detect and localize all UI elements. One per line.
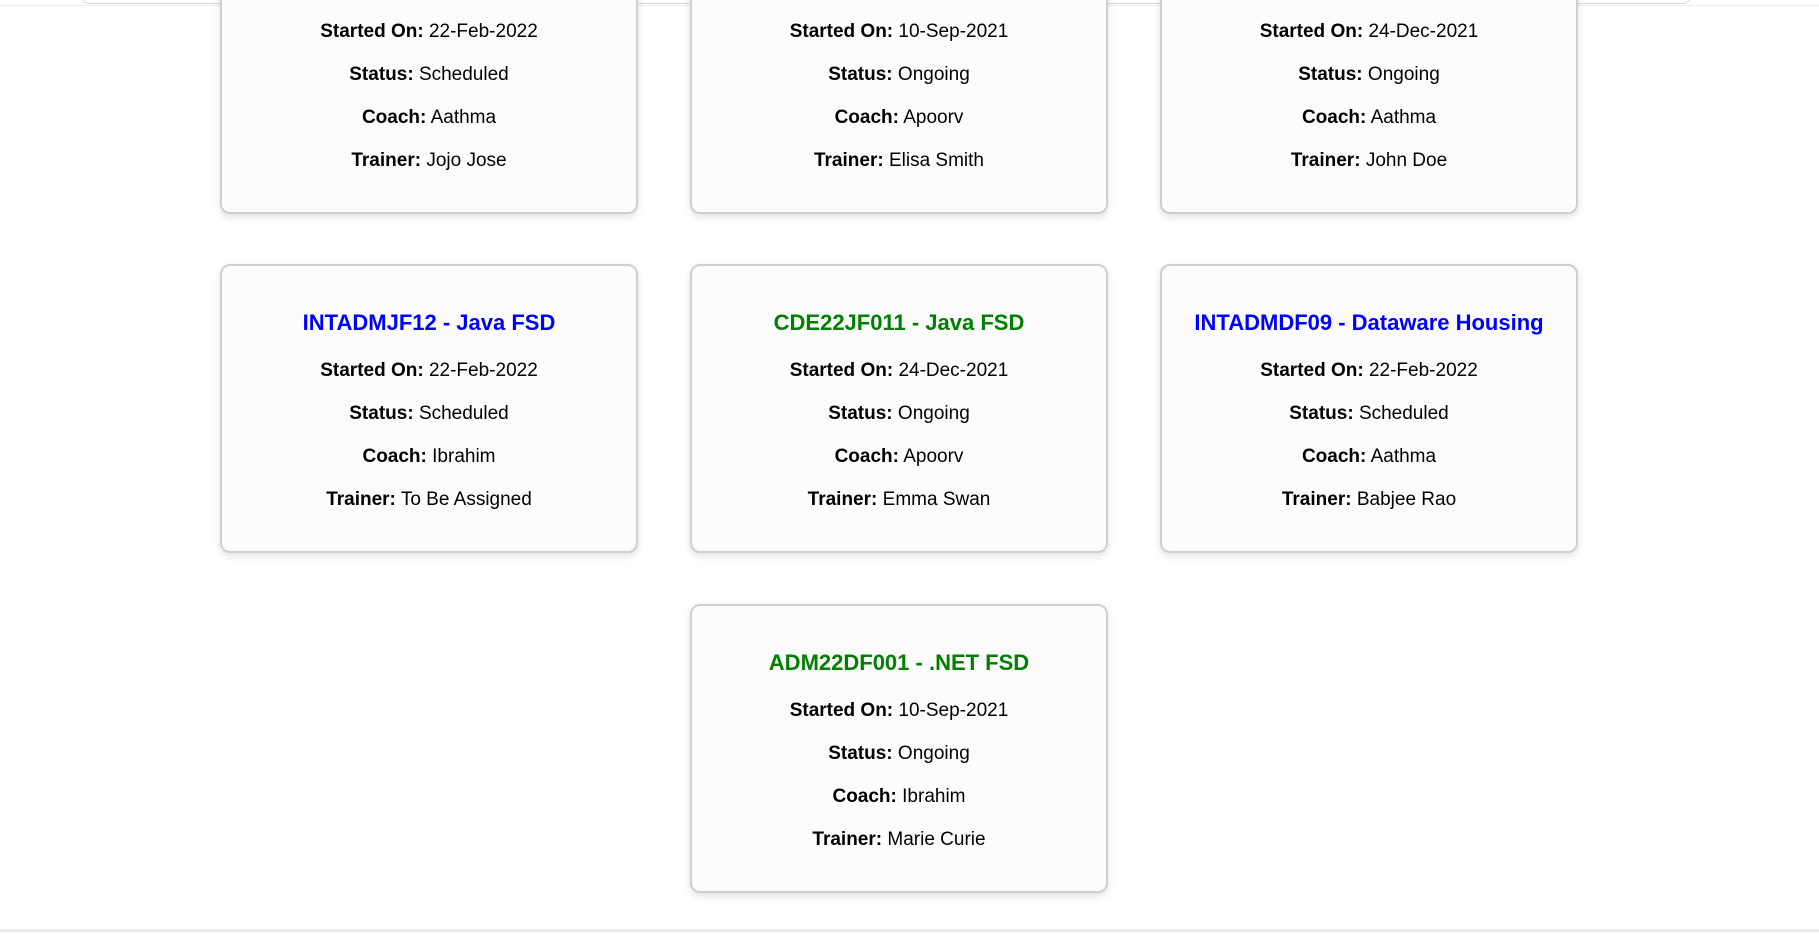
batch-card: INTADMJF12 - Java FSD Started On: 22-Feb-… [220,264,638,553]
coach-label: Coach: [361,107,427,128]
batch-status: Status: Scheduled [222,402,636,426]
coach-value: Apoorv [903,446,964,467]
batch-coach: Coach: Aathma [222,106,636,130]
coach-value: Aathma [1370,107,1437,128]
status-label: Status: [1289,403,1354,424]
batch-started: Started On: 22-Feb-2022 [222,20,636,44]
started-value: 24-Dec-2021 [1368,21,1479,42]
batch-trainer: Trainer: To Be Assigned [222,488,636,512]
batch-card: CDE22JF011 - Java FSD Started On: 24-Dec-… [690,264,1108,553]
started-label: Started On: [1259,21,1364,42]
batch-card: ADM22DF001 - .NET FSD Started On: 10-Sep-… [690,604,1108,893]
started-label: Started On: [789,700,894,721]
batch-title[interactable]: INTADMDF09 - Dataware Housing [1162,310,1576,336]
batch-title[interactable]: ADM22DF001 - .NET FSD [692,650,1106,676]
coach-label: Coach: [1301,446,1367,467]
status-label: Status: [828,403,893,424]
started-label: Started On: [320,360,424,381]
started-value: 10-Sep-2021 [898,700,1009,721]
started-label: Started On: [789,21,894,42]
coach-value: Aathma [1370,446,1437,467]
started-value: 10-Sep-2021 [898,21,1009,42]
batch-status: Status: Ongoing [692,742,1106,766]
status-label: Status: [1298,64,1363,85]
coach-label: Coach: [832,786,897,807]
batch-status: Status: Ongoing [692,402,1106,426]
status-value: Scheduled [418,403,509,424]
batch-started: Started On: 22-Feb-2022 [1162,359,1576,383]
coach-label: Coach: [834,446,899,467]
batch-title[interactable]: INTADMJF12 - Java FSD [222,310,636,336]
batch-trainer: Trainer: Marie Curie [692,828,1106,852]
status-value: Ongoing [897,64,970,85]
batch-card: Started On: 22-Feb-2022 Status: Scheduled… [220,0,638,214]
coach-value: Ibrahim [902,786,966,807]
coach-value: Aathma [430,107,497,128]
divider [0,929,1819,932]
coach-label: Coach: [834,107,899,128]
batch-trainer: Trainer: Elisa Smith [692,149,1106,173]
status-label: Status: [828,743,893,764]
started-value: 22-Feb-2022 [428,360,538,381]
batch-trainer: Trainer: Jojo Jose [222,149,636,173]
batch-coach: Coach: Aathma [1162,445,1576,469]
trainer-label: Trainer: [807,489,878,510]
started-label: Started On: [320,21,424,42]
trainer-value: Marie Curie [887,829,986,850]
batch-started: Started On: 10-Sep-2021 [692,699,1106,723]
status-label: Status: [349,403,414,424]
trainer-label: Trainer: [326,489,396,510]
trainer-value: John Doe [1365,150,1448,171]
batch-status: Status: Scheduled [1162,402,1576,426]
started-label: Started On: [789,360,894,381]
batch-card: Started On: 10-Sep-2021 Status: Ongoing Co… [690,0,1108,214]
trainer-label: Trainer: [351,150,422,171]
batch-started: Started On: 24-Dec-2021 [692,359,1106,383]
trainer-value: To Be Assigned [400,489,532,510]
batch-trainer: Trainer: Emma Swan [692,488,1106,512]
status-label: Status: [828,64,893,85]
started-value: 22-Feb-2022 [1368,360,1478,381]
status-value: Scheduled [418,64,509,85]
trainer-label: Trainer: [812,829,883,850]
batch-status: Status: Ongoing [1162,63,1576,87]
trainer-value: Elisa Smith [888,150,984,171]
batch-coach: Coach: Apoorv [692,445,1106,469]
batch-started: Started On: 24-Dec-2021 [1162,20,1576,44]
batch-coach: Coach: Ibrahim [222,445,636,469]
batch-card: INTADMDF09 - Dataware Housing Started On:… [1160,264,1578,553]
status-value: Ongoing [897,403,970,424]
batch-coach: Coach: Apoorv [692,106,1106,130]
trainer-value: Babjee Rao [1356,489,1457,510]
batch-card: Started On: 24-Dec-2021 Status: Ongoing Co… [1160,0,1578,214]
batch-title[interactable]: CDE22JF011 - Java FSD [692,310,1106,336]
started-value: 24-Dec-2021 [898,360,1009,381]
coach-label: Coach: [362,446,427,467]
coach-value: Apoorv [903,107,964,128]
batch-coach: Coach: Ibrahim [692,785,1106,809]
coach-label: Coach: [1301,107,1367,128]
started-label: Started On: [1260,360,1364,381]
trainer-value: Jojo Jose [426,150,507,171]
status-label: Status: [349,64,414,85]
batch-started: Started On: 10-Sep-2021 [692,20,1106,44]
batch-coach: Coach: Aathma [1162,106,1576,130]
trainer-label: Trainer: [813,150,884,171]
batch-trainer: Trainer: Babjee Rao [1162,488,1576,512]
trainer-label: Trainer: [1290,150,1361,171]
batch-status: Status: Scheduled [222,63,636,87]
status-value: Ongoing [897,743,970,764]
status-value: Scheduled [1358,403,1449,424]
batch-status: Status: Ongoing [692,63,1106,87]
batch-started: Started On: 22-Feb-2022 [222,359,636,383]
trainer-value: Emma Swan [882,489,991,510]
coach-value: Ibrahim [432,446,496,467]
batch-trainer: Trainer: John Doe [1162,149,1576,173]
trainer-label: Trainer: [1281,489,1352,510]
started-value: 22-Feb-2022 [428,21,538,42]
status-value: Ongoing [1367,64,1440,85]
